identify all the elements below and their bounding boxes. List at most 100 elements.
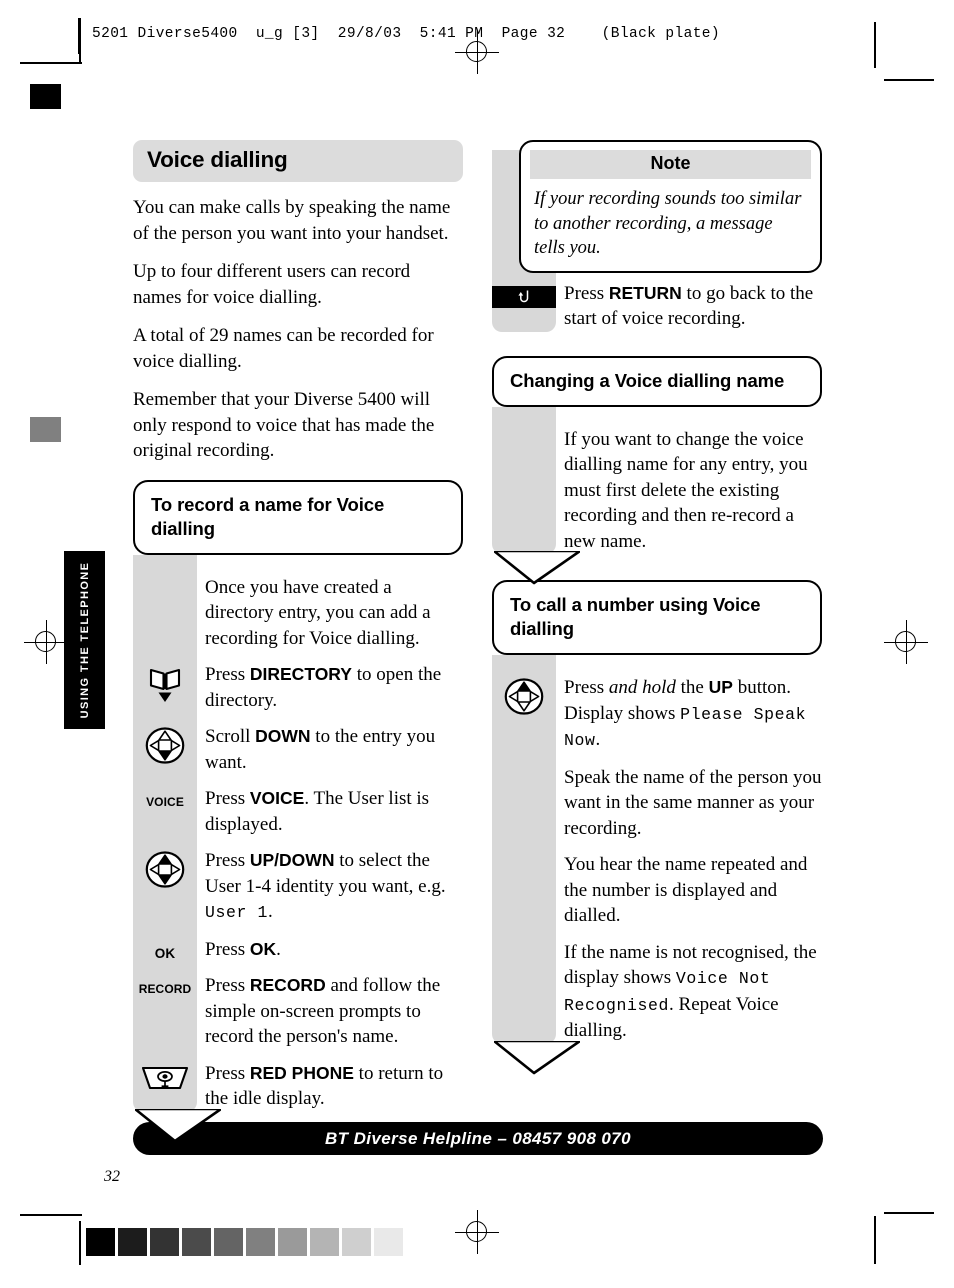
section-record-name: To record a name for Voice dialling Once… [133, 479, 463, 1142]
instruction-step-text: Once you have created a directory entry,… [205, 576, 431, 649]
instruction-step: Scroll DOWN to the entry you want. [133, 724, 463, 775]
instruction-step: Press and hold the UP button. Display sh… [492, 675, 822, 754]
instruction-step: VOICE Press VOICE. The User list is displ… [133, 786, 463, 837]
paragraph: You can make calls by speaking the name … [133, 197, 451, 244]
instruction-step-text: Press RED PHONE to return to the idle di… [205, 1062, 444, 1110]
greyscale-swatch [118, 1228, 147, 1256]
section-heading-bubble: To record a name for Voice dialling [133, 479, 463, 555]
prepress-slug: 5201 Diverse5400 u_g [3] 29/8/03 5:41 PM… [92, 26, 720, 42]
greyscale-swatch [278, 1228, 307, 1256]
left-column: Voice dialling You can make calls by spe… [133, 140, 463, 1142]
helpline-footer: BT Diverse Helpline – 08457 908 070 [133, 1122, 823, 1155]
steps-list: If you want to change the voice dialling… [492, 407, 822, 555]
greyscale-swatch [214, 1228, 243, 1256]
instruction-step-text: Speak the name of the person you want in… [564, 766, 822, 839]
crop-mark-top-right-v [874, 22, 876, 68]
steps-strip: Once you have created a directory entry,… [133, 554, 463, 1112]
slug-rule [78, 18, 80, 54]
steps-strip: If you want to change the voice dialling… [492, 406, 822, 555]
registration-mark-right [884, 620, 928, 664]
key-label-record: RECORD [133, 973, 197, 996]
return-step-text: Press RETURN to go back to the start of … [564, 282, 814, 330]
note-body: If your recording sounds too similar to … [534, 189, 802, 258]
greyscale-swatch [86, 1228, 115, 1256]
steps-list: Once you have created a directory entry,… [133, 555, 463, 1112]
bubble-tail-icon [494, 551, 580, 585]
side-index-tab: USING THE TELEPHONE [64, 551, 105, 729]
section-call-number: To call a number using Voice dialling Pr… [492, 580, 822, 1074]
instruction-step-text: If the name is not recognised, the displ… [564, 941, 817, 1042]
steps-strip: Press and hold the UP button. Display sh… [492, 655, 822, 1044]
instruction-step: If the name is not recognised, the displ… [492, 940, 822, 1044]
key-label: RECORD [138, 982, 192, 996]
section-title: To record a name for Voice dialling [151, 493, 385, 539]
registration-mark-left [24, 620, 68, 664]
instruction-step-text: Press RECORD and follow the simple on-sc… [205, 975, 441, 1047]
return-key-icon [492, 285, 556, 308]
navpad-updown-icon [133, 848, 197, 888]
registration-mark-bottom [455, 1210, 499, 1254]
navpad-up-icon [492, 675, 556, 715]
greyscale-swatch [374, 1228, 403, 1256]
greyscale-swatch [342, 1228, 371, 1256]
key-label-ok: OK [133, 937, 197, 961]
bubble-tail-icon [135, 1108, 221, 1142]
crop-mark-top-left [20, 62, 82, 64]
instruction-step-text: If you want to change the voice dialling… [564, 428, 808, 552]
step-icon-spacer [492, 765, 556, 768]
red-phone-icon [141, 1066, 189, 1089]
instruction-step: Once you have created a directory entry,… [133, 575, 463, 652]
page-title-banner: Voice dialling [133, 140, 463, 182]
paragraph: A total of 29 names can be recorded for … [133, 325, 434, 372]
greyscale-swatch [310, 1228, 339, 1256]
intro-paragraphs: You can make calls by speaking the name … [133, 195, 463, 464]
directory-icon [133, 662, 197, 703]
helpline-text: BT Diverse Helpline – 08457 908 070 [324, 1128, 631, 1148]
instruction-step: OK Press OK. [133, 937, 463, 963]
section-heading-bubble: Changing a Voice dialling name [492, 355, 822, 407]
side-index-tab-label: USING THE TELEPHONE [78, 561, 91, 719]
note-box: Note If your recording sounds too simila… [519, 140, 822, 273]
instruction-step-text: You hear the name repeated and the numbe… [564, 854, 808, 926]
instruction-step: You hear the name repeated and the numbe… [492, 852, 822, 929]
note-block: Note If your recording sounds too simila… [492, 140, 822, 332]
tab-position-mark-grey [30, 417, 61, 442]
greyscale-swatch [150, 1228, 179, 1256]
paragraph: Up to four different users can record na… [133, 261, 411, 308]
greyscale-swatch [182, 1228, 211, 1256]
bubble-tail-icon [494, 1040, 580, 1074]
paragraph: Remember that your Diverse 5400 will onl… [133, 389, 435, 461]
instruction-step: Press UP/DOWN to select the User 1-4 ide… [133, 848, 463, 926]
instruction-step-text: Scroll DOWN to the entry you want. [205, 726, 436, 773]
red-phone-icon [133, 1061, 197, 1092]
tab-position-mark-black [30, 84, 61, 109]
instruction-step: Press DIRECTORY to open the directory. [133, 662, 463, 713]
crop-mark-bottom-right [884, 1212, 934, 1214]
return-step: Press RETURN to go back to the start of … [492, 281, 822, 332]
return-arrow-icon [518, 290, 529, 303]
key-label: OK [154, 945, 176, 961]
instruction-step-text: Press DIRECTORY to open the directory. [205, 664, 442, 711]
page-title: Voice dialling [147, 147, 288, 172]
navpad-down-icon [133, 724, 197, 764]
instruction-step-text: Press VOICE. The User list is displayed. [205, 788, 430, 835]
step-icon-spacer [492, 940, 556, 943]
note-header: Note [530, 150, 811, 179]
greyscale-bar-rule [79, 1221, 81, 1263]
section-heading-bubble: To call a number using Voice dialling [492, 580, 822, 655]
directory-icon [149, 668, 181, 702]
crop-mark-top-right [884, 79, 934, 81]
instruction-step: Speak the name of the person you want in… [492, 765, 822, 842]
section-title: To call a number using Voice dialling [510, 594, 761, 639]
instruction-step: RECORD Press RECORD and follow the simple… [133, 973, 463, 1050]
navpad-icon [145, 727, 185, 764]
instruction-step: Press RED PHONE to return to the idle di… [133, 1061, 463, 1112]
crop-mark-bottom-left [20, 1214, 82, 1216]
navpad-icon [504, 678, 544, 715]
page-number: 32 [104, 1168, 120, 1185]
step-icon-spacer [492, 427, 556, 430]
step-icon-spacer [492, 852, 556, 855]
instruction-step: If you want to change the voice dialling… [492, 427, 822, 555]
key-label: VOICE [146, 795, 184, 809]
instruction-step-text: Press UP/DOWN to select the User 1-4 ide… [205, 850, 446, 922]
